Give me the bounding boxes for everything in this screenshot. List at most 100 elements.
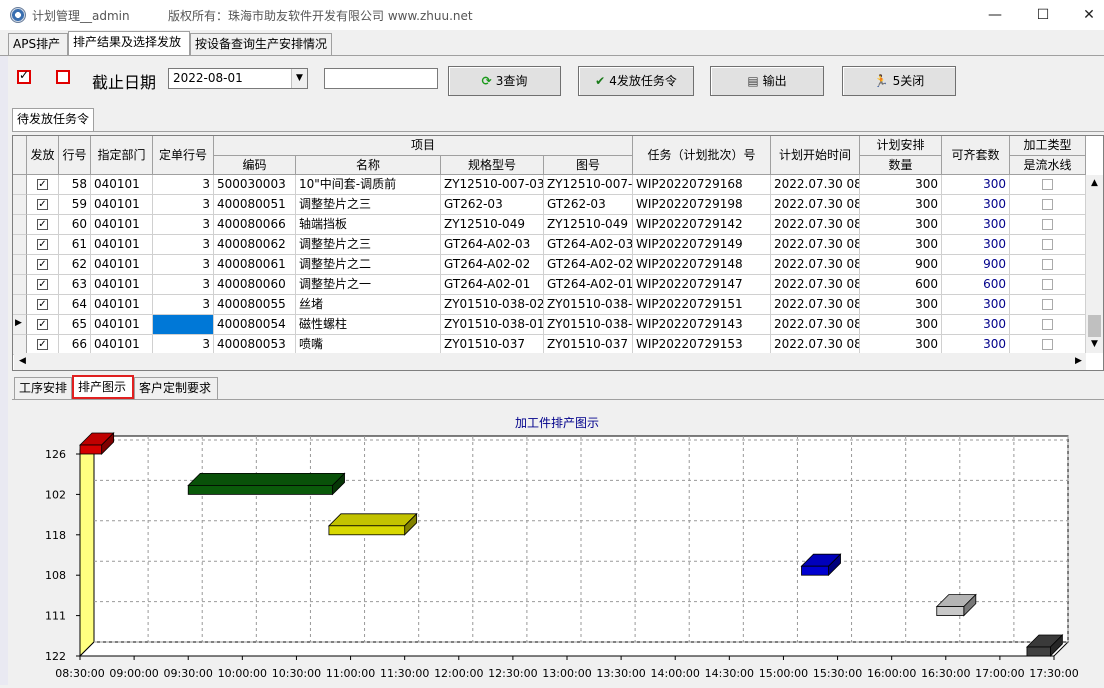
cell-dept[interactable]: 040101 xyxy=(91,235,153,255)
cell-code[interactable]: 400080062 xyxy=(214,235,296,255)
col-name[interactable]: 名称 xyxy=(296,156,441,175)
cell-sets[interactable]: 300 xyxy=(942,215,1010,235)
cell-drawing[interactable]: ZY01510-038-01 xyxy=(544,315,633,335)
cell-sets[interactable]: 300 xyxy=(942,235,1010,255)
col-ptype-bottom[interactable]: 是流水线 xyxy=(1010,156,1086,175)
cell-dept[interactable]: 040101 xyxy=(91,175,153,195)
cell-order-row[interactable]: 3 xyxy=(153,175,214,195)
cell-start[interactable]: 2022.07.30 08:00 xyxy=(771,295,860,315)
flow-cell[interactable] xyxy=(1010,175,1086,195)
scroll-down-icon[interactable]: ▼ xyxy=(1086,336,1103,353)
issue-checkbox[interactable]: ✓ xyxy=(37,259,48,270)
issue-cell[interactable]: ✓ xyxy=(27,235,59,255)
cell-spec[interactable]: GT264-A02-03 xyxy=(441,235,544,255)
issue-cell[interactable]: ✓ xyxy=(27,175,59,195)
issue-cell[interactable]: ✓ xyxy=(27,295,59,315)
cell-name[interactable]: 调整垫片之三 xyxy=(296,235,441,255)
cell-qty[interactable]: 300 xyxy=(860,195,942,215)
cell-name[interactable]: 调整垫片之二 xyxy=(296,255,441,275)
cell-task[interactable]: WIP20220729147 xyxy=(633,275,771,295)
issue-task-button[interactable]: ✔ 4发放任务令 xyxy=(578,66,694,96)
cell-drawing[interactable]: GT264-A02-01 xyxy=(544,275,633,295)
cell-start[interactable]: 2022.07.30 08:00 xyxy=(771,215,860,235)
flow-checkbox[interactable] xyxy=(1042,239,1053,250)
filter-input[interactable] xyxy=(324,68,438,89)
cell-name[interactable]: 轴端挡板 xyxy=(296,215,441,235)
cell-drawing[interactable]: GT264-A02-02 xyxy=(544,255,633,275)
cell-order-row[interactable]: 3 xyxy=(153,195,214,215)
tab-equipment[interactable]: 按设备查询生产安排情况 xyxy=(190,33,332,55)
flow-checkbox[interactable] xyxy=(1042,259,1053,270)
row-selector[interactable] xyxy=(13,335,27,355)
cell-code[interactable]: 400080066 xyxy=(214,215,296,235)
cell-order-row[interactable]: 3 xyxy=(153,315,214,335)
issue-checkbox[interactable]: ✓ xyxy=(37,179,48,190)
cell-spec[interactable]: ZY01510-037 xyxy=(441,335,544,355)
cell-spec[interactable]: GT264-A02-01 xyxy=(441,275,544,295)
cell-row[interactable]: 64 xyxy=(59,295,91,315)
cell-qty[interactable]: 600 xyxy=(860,275,942,295)
col-dept[interactable]: 指定部门 xyxy=(91,136,153,175)
cell-code[interactable]: 400080053 xyxy=(214,335,296,355)
cell-drawing[interactable]: GT262-03 xyxy=(544,195,633,215)
flow-cell[interactable] xyxy=(1010,335,1086,355)
issue-cell[interactable]: ✓ xyxy=(27,255,59,275)
cell-spec[interactable]: ZY01510-038-02 xyxy=(441,295,544,315)
cell-qty[interactable]: 300 xyxy=(860,175,942,195)
cell-code[interactable]: 400080051 xyxy=(214,195,296,215)
flow-cell[interactable] xyxy=(1010,295,1086,315)
cell-order-row[interactable]: 3 xyxy=(153,335,214,355)
flow-cell[interactable] xyxy=(1010,275,1086,295)
issue-checkbox[interactable]: ✓ xyxy=(37,299,48,310)
cell-row[interactable]: 62 xyxy=(59,255,91,275)
cell-task[interactable]: WIP20220729198 xyxy=(633,195,771,215)
col-order-row[interactable]: 定单行号 xyxy=(153,136,214,175)
flow-cell[interactable] xyxy=(1010,195,1086,215)
col-drawing[interactable]: 图号 xyxy=(544,156,633,175)
flow-checkbox[interactable] xyxy=(1042,339,1053,350)
issue-checkbox[interactable]: ✓ xyxy=(37,339,48,350)
cell-dept[interactable]: 040101 xyxy=(91,315,153,335)
issue-checkbox[interactable]: ✓ xyxy=(37,219,48,230)
cell-dept[interactable]: 040101 xyxy=(91,335,153,355)
cell-drawing[interactable]: ZY01510-038-02 xyxy=(544,295,633,315)
checkbox-all[interactable]: ✓ xyxy=(17,68,31,84)
query-button[interactable]: ⟳ 3查询 xyxy=(448,66,561,96)
cell-name[interactable]: 调整垫片之一 xyxy=(296,275,441,295)
issue-cell[interactable]: ✓ xyxy=(27,275,59,295)
issue-cell[interactable]: ✓ xyxy=(27,335,59,355)
cell-name[interactable]: 10"中间套-调质前 xyxy=(296,175,441,195)
minimize-button[interactable]: — xyxy=(972,0,1018,30)
cell-dept[interactable]: 040101 xyxy=(91,295,153,315)
cell-start[interactable]: 2022.07.30 08:00 xyxy=(771,235,860,255)
col-plan-qty-top[interactable]: 计划安排 xyxy=(860,136,942,156)
cell-dept[interactable]: 040101 xyxy=(91,195,153,215)
scroll-thumb[interactable] xyxy=(1088,315,1101,337)
cell-task[interactable]: WIP20220729153 xyxy=(633,335,771,355)
cell-spec[interactable]: GT262-03 xyxy=(441,195,544,215)
cell-qty[interactable]: 300 xyxy=(860,315,942,335)
cell-name[interactable]: 磁性螺柱 xyxy=(296,315,441,335)
cell-sets[interactable]: 300 xyxy=(942,315,1010,335)
cell-task[interactable]: WIP20220729148 xyxy=(633,255,771,275)
row-selector[interactable]: ▶ xyxy=(13,315,27,335)
cell-code[interactable]: 400080055 xyxy=(214,295,296,315)
col-code[interactable]: 编码 xyxy=(214,156,296,175)
tab-custom-req[interactable]: 客户定制要求 xyxy=(134,377,218,399)
flow-cell[interactable] xyxy=(1010,215,1086,235)
col-task[interactable]: 任务（计划批次）号 xyxy=(633,136,771,175)
checkbox-option[interactable] xyxy=(56,70,70,84)
issue-cell[interactable]: ✓ xyxy=(27,195,59,215)
cell-row[interactable]: 60 xyxy=(59,215,91,235)
row-selector[interactable] xyxy=(13,175,27,195)
cell-qty[interactable]: 300 xyxy=(860,295,942,315)
flow-checkbox[interactable] xyxy=(1042,219,1053,230)
cell-qty[interactable]: 900 xyxy=(860,255,942,275)
row-selector[interactable] xyxy=(13,215,27,235)
col-sets[interactable]: 可齐套数 xyxy=(942,136,1010,175)
cell-spec[interactable]: ZY01510-038-01 xyxy=(441,315,544,335)
scroll-left-icon[interactable]: ◀ xyxy=(14,353,31,370)
date-picker[interactable]: 2022-08-01 ▼ xyxy=(168,68,308,89)
issue-checkbox[interactable]: ✓ xyxy=(37,239,48,250)
tab-aps[interactable]: APS排产 xyxy=(8,33,68,55)
